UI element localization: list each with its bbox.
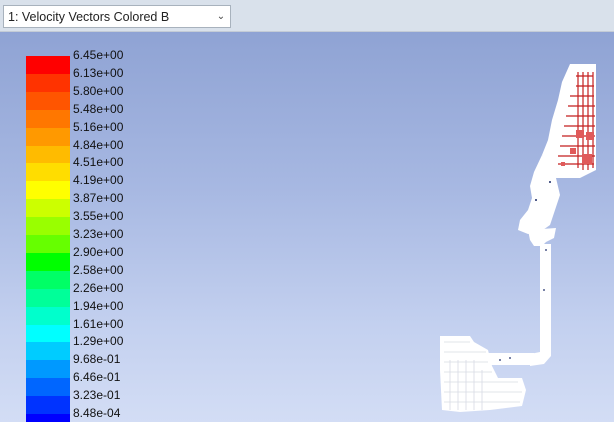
legend-color-swatch	[26, 342, 70, 361]
legend-color-swatch	[26, 163, 70, 182]
legend-tick-label: 1.29e+00	[73, 334, 124, 349]
legend-color-swatch	[26, 378, 70, 397]
graphics-viewport[interactable]: 6.45e+00 6.13e+00 5.80e+00 5.48e+00 5.16e+00…	[0, 32, 614, 422]
legend-color-swatch	[26, 145, 70, 164]
legend-tick-label: 6.46e-01	[73, 370, 121, 385]
legend-color-swatch	[26, 56, 70, 74]
legend-tick-label: 8.48e-04	[73, 406, 121, 420]
legend-tick-label: 6.13e+00	[73, 65, 124, 80]
legend-tick-label: 3.87e+00	[73, 191, 124, 206]
legend-color-swatch	[26, 324, 70, 343]
legend-color-swatch	[26, 252, 70, 271]
legend-color-swatch	[26, 288, 70, 307]
legend-tick-label: 6.45e+00	[73, 48, 124, 62]
legend-tick-label: 5.80e+00	[73, 83, 124, 98]
legend-tick-label: 4.51e+00	[73, 155, 124, 170]
legend-color-swatch	[26, 127, 70, 146]
window-toolbar: 1: Velocity Vectors Colored B ⌄	[0, 0, 614, 32]
legend-tick-label: 3.23e-01	[73, 388, 121, 403]
legend-color-swatch	[26, 396, 70, 415]
legend-tick-label: 3.23e+00	[73, 227, 124, 241]
fluent-graphics-window: 1: Velocity Vectors Colored B ⌄ 6.45e+00…	[0, 0, 614, 422]
legend-tick-label: 9.68e-01	[73, 352, 121, 367]
legend-color-swatch	[26, 414, 70, 422]
chevron-down-icon: ⌄	[216, 11, 226, 22]
legend-color-swatch	[26, 306, 70, 325]
legend-color-swatch	[26, 91, 70, 110]
legend-tick-label: 5.48e+00	[73, 101, 124, 116]
legend-tick-label: 1.94e+00	[73, 298, 124, 313]
legend-entry: 8.48e-04	[26, 407, 186, 422]
window-selector-dropdown[interactable]: 1: Velocity Vectors Colored B ⌄	[3, 5, 231, 28]
legend-color-swatch	[26, 360, 70, 379]
legend-color-swatch	[26, 181, 70, 200]
legend-color-swatch	[26, 73, 70, 92]
legend-color-swatch	[26, 199, 70, 218]
window-selector-label: 1: Velocity Vectors Colored B	[8, 9, 170, 24]
legend-color-swatch	[26, 235, 70, 253]
legend-tick-label: 5.16e+00	[73, 119, 124, 134]
legend-tick-label: 3.55e+00	[73, 209, 124, 224]
legend-color-swatch	[26, 217, 70, 236]
legend-color-swatch	[26, 270, 70, 289]
legend-tick-label: 2.58e+00	[73, 262, 124, 277]
legend-tick-label: 4.84e+00	[73, 137, 124, 152]
legend-tick-label: 2.26e+00	[73, 280, 124, 295]
legend-color-swatch	[26, 109, 70, 128]
legend-tick-label: 2.90e+00	[73, 244, 124, 259]
legend-tick-label: 1.61e+00	[73, 316, 124, 331]
velocity-vector-plot[interactable]	[430, 60, 600, 420]
legend-tick-label: 4.19e+00	[73, 173, 124, 188]
